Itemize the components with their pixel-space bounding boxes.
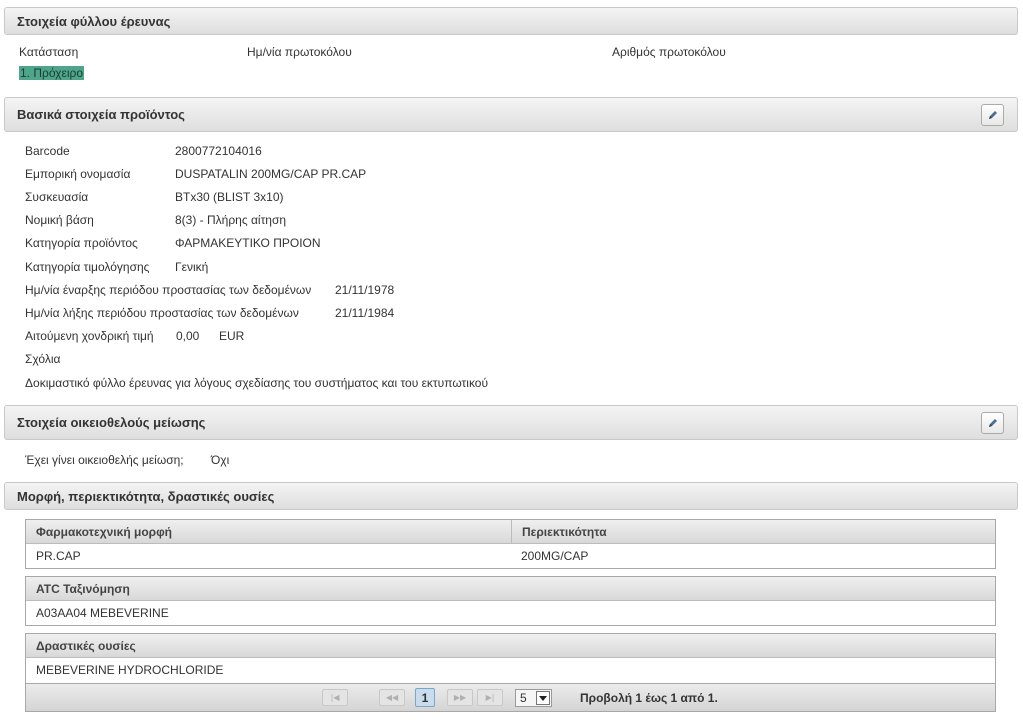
composition-header: Μορφή, περιεκτικότητα, δραστικές ουσίες [4, 482, 1018, 510]
pager: |◀ ◀◀ 1 ▶▶ ▶| 5 Προβολή 1 έως 1 από 1. [25, 683, 996, 712]
protection-end-label: Ημ/νία λήξης περιόδου προστασίας των δεδ… [25, 306, 299, 320]
legal-basis-value: 8(3) - Πλήρης αίτηση [175, 213, 287, 227]
research-sheet-title: Στοιχεία φύλλου έρευνας [17, 13, 171, 29]
protection-start-value: 21/11/1978 [335, 283, 395, 297]
substances-column-header[interactable]: Δραστικές ουσίες [26, 634, 995, 657]
table-header: Φαρμακοτεχνική μορφή Περιεκτικότητα [26, 520, 995, 544]
prev-page-button[interactable]: ◀◀ [379, 689, 405, 706]
category-value: ΦΑΡΜΑΚΕΥΤΙΚΟ ΠΡΟΙΟΝ [175, 236, 321, 250]
composition-title: Μορφή, περιεκτικότητα, δραστικές ουσίες [17, 488, 275, 504]
form-strength-table: Φαρμακοτεχνική μορφή Περιεκτικότητα PR.C… [25, 519, 996, 569]
status-badge: 1. Πρόχειρο [19, 66, 84, 80]
legal-basis-label: Νομική βάση [25, 213, 94, 227]
category-label: Κατηγορία προϊόντος [25, 236, 138, 250]
form-cell: PR.CAP [36, 549, 81, 563]
comments-value: Δοκιμαστικό φύλλο έρευνας για λόγους σχε… [25, 376, 489, 390]
atc-column-header[interactable]: ATC Ταξινόμηση [26, 577, 995, 600]
packaging-label: Συσκευασία [25, 190, 89, 204]
substances-table: Δραστικές ουσίες MEBEVERINE HYDROCHLORID… [25, 633, 996, 684]
table-row[interactable]: MEBEVERINE HYDROCHLORIDE [26, 658, 995, 682]
protection-end-value: 21/11/1984 [335, 306, 395, 320]
reduction-header: Στοιχεία οικειοθελούς μείωσης [4, 405, 1018, 440]
page-size-select[interactable]: 5 [515, 689, 552, 707]
pager-info: Προβολή 1 έως 1 από 1. [580, 691, 718, 705]
barcode-value: 2800772104016 [175, 144, 262, 158]
status-label: Κατάσταση [19, 45, 79, 59]
packaging-value: BTx30 (BLIST 3x10) [175, 190, 284, 204]
protection-start-label: Ημ/νία έναρξης περιόδου προστασίας των δ… [25, 283, 312, 297]
trade-name-label: Εμπορική ονομασία [25, 167, 131, 181]
barcode-label: Barcode [25, 144, 70, 158]
table-header: Δραστικές ουσίες [26, 634, 995, 658]
substance-cell: MEBEVERINE HYDROCHLORIDE [36, 663, 224, 677]
strength-column-header[interactable]: Περιεκτικότητα [511, 520, 995, 543]
product-title: Βασικά στοιχεία προϊόντος [17, 107, 185, 122]
comments-label: Σχόλια [25, 352, 61, 366]
reduction-question-label: Έχει γίνει οικειοθελής μείωση; [25, 453, 184, 467]
pencil-icon [988, 111, 997, 119]
table-row[interactable]: A03AA04 MEBEVERINE [26, 601, 995, 625]
trade-name-value: DUSPATALIN 200MG/CAP PR.CAP [175, 167, 367, 181]
research-sheet-header: Στοιχεία φύλλου έρευνας [4, 7, 1018, 35]
atc-cell: A03AA04 MEBEVERINE [36, 606, 169, 620]
next-page-button[interactable]: ▶▶ [447, 689, 473, 706]
reduction-title: Στοιχεία οικειοθελούς μείωσης [17, 415, 206, 430]
first-page-button[interactable]: |◀ [322, 689, 348, 706]
currency-value: EUR [219, 329, 245, 343]
wholesale-price-label: Αιτούμενη χονδρική τιμή [25, 329, 154, 343]
edit-product-button[interactable] [981, 104, 1004, 126]
product-header: Βασικά στοιχεία προϊόντος [4, 97, 1018, 132]
strength-cell: 200MG/CAP [521, 549, 589, 563]
last-page-button[interactable]: ▶| [477, 689, 503, 706]
pricing-category-label: Κατηγορία τιμολόγησης [25, 260, 150, 274]
atc-table: ATC Ταξινόμηση A03AA04 MEBEVERINE [25, 576, 996, 626]
pencil-icon [988, 419, 997, 427]
wholesale-price-value: 0,00 [176, 329, 200, 343]
edit-reduction-button[interactable] [981, 412, 1004, 434]
table-row[interactable]: PR.CAP 200MG/CAP [26, 544, 995, 568]
reduction-question-value: Όχι [211, 453, 230, 467]
current-page[interactable]: 1 [415, 688, 435, 707]
protocol-date-label: Ημ/νία πρωτοκόλου [247, 45, 352, 59]
pricing-category-value: Γενική [175, 260, 209, 274]
form-column-header[interactable]: Φαρμακοτεχνική μορφή [26, 520, 511, 543]
protocol-number-label: Αριθμός πρωτοκόλου [612, 45, 726, 59]
page-size-value: 5 [520, 691, 527, 705]
chevron-down-icon [536, 691, 550, 705]
table-header: ATC Ταξινόμηση [26, 577, 995, 601]
